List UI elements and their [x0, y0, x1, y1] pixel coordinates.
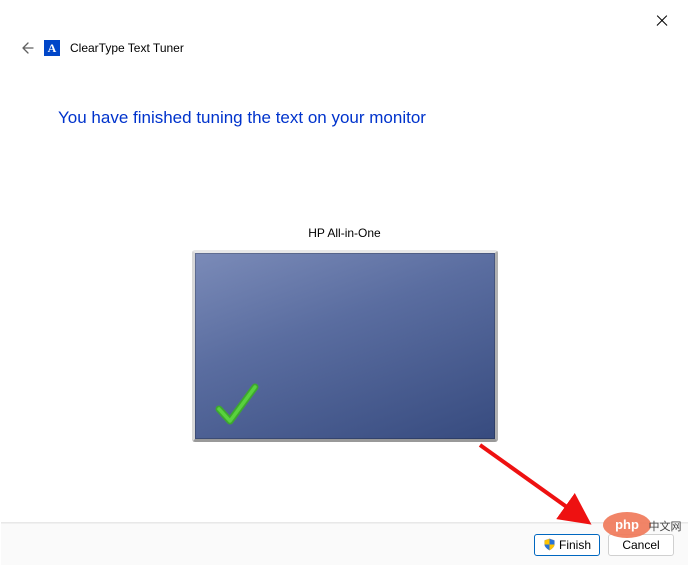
- footer: Finish Cancel: [1, 523, 688, 565]
- monitor-preview: [192, 250, 498, 442]
- cancel-button[interactable]: Cancel: [608, 534, 674, 556]
- cancel-button-label: Cancel: [622, 538, 659, 552]
- app-icon: A: [44, 40, 60, 56]
- checkmark-icon: [213, 381, 261, 429]
- monitor-label: HP All-in-One: [0, 226, 689, 240]
- back-button[interactable]: [18, 40, 34, 56]
- annotation-arrow-icon: [475, 440, 605, 530]
- back-arrow-icon: [18, 40, 34, 56]
- page-heading: You have finished tuning the text on you…: [58, 108, 426, 128]
- header: A ClearType Text Tuner: [18, 40, 184, 56]
- finish-button[interactable]: Finish: [534, 534, 600, 556]
- uac-shield-icon: [543, 538, 556, 551]
- app-title: ClearType Text Tuner: [70, 41, 184, 55]
- close-button[interactable]: [655, 14, 669, 28]
- finish-button-label: Finish: [559, 538, 591, 552]
